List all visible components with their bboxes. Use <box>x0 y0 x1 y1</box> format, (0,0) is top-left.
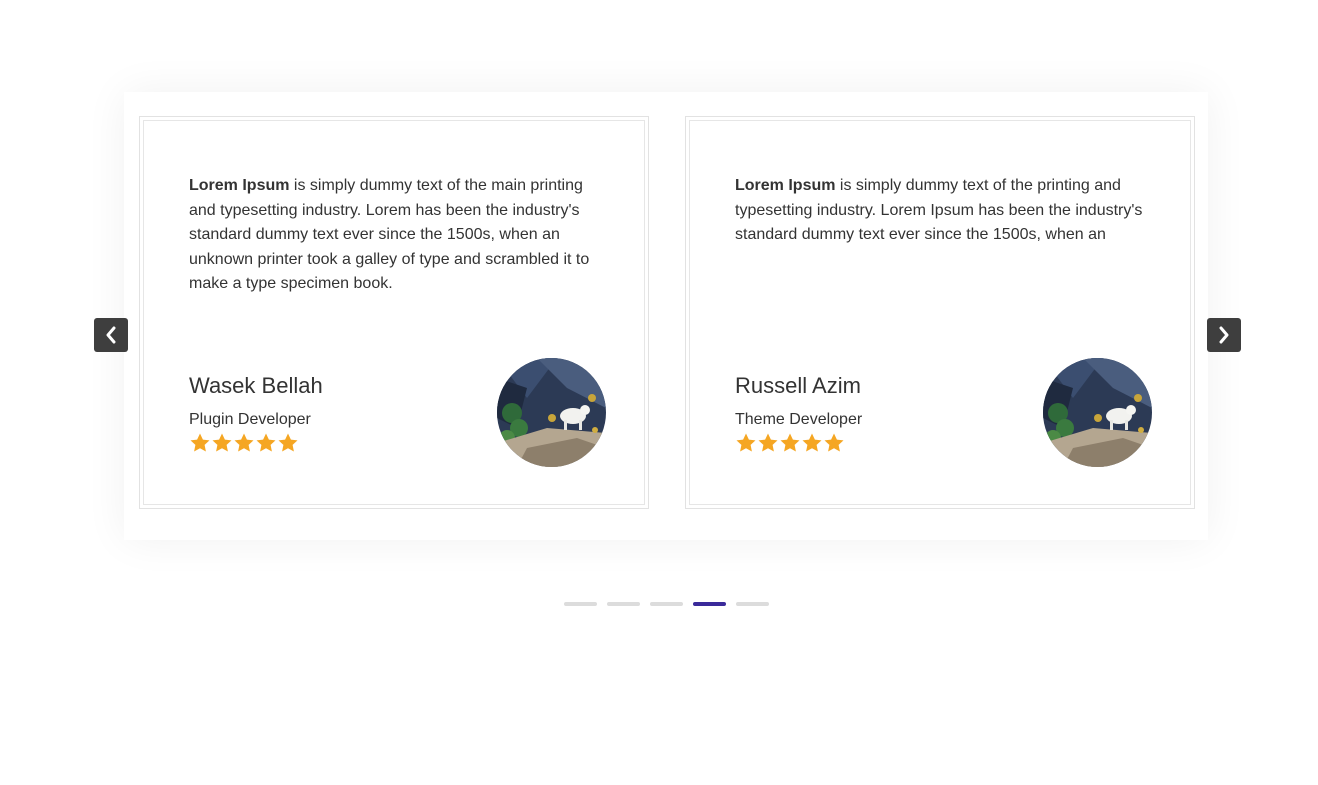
star-icon <box>234 433 254 452</box>
avatar <box>497 358 606 467</box>
quote-text: is simply dummy text of the main printin… <box>189 177 590 292</box>
author-role: Theme Developer <box>735 411 863 428</box>
star-icon <box>736 433 756 452</box>
chevron-left-icon <box>106 326 116 344</box>
author-role: Plugin Developer <box>189 411 311 428</box>
testimonial-slider: Lorem Ipsum is simply dummy text of the … <box>0 0 1318 785</box>
pagination <box>564 602 769 606</box>
testimonial-card-inner: Lorem Ipsum is simply dummy text of the … <box>689 120 1191 505</box>
testimonial-quote: Lorem Ipsum is simply dummy text of the … <box>735 174 1155 248</box>
prev-slide-button[interactable] <box>94 318 128 352</box>
star-icon <box>278 433 298 452</box>
star-rating <box>735 432 845 454</box>
chevron-right-icon <box>1219 326 1229 344</box>
pagination-dot[interactable] <box>564 602 597 606</box>
star-icon <box>824 433 844 452</box>
testimonial-card: Lorem Ipsum is simply dummy text of the … <box>139 116 649 509</box>
pagination-dot[interactable] <box>607 602 640 606</box>
star-icon <box>190 433 210 452</box>
testimonial-card-inner: Lorem Ipsum is simply dummy text of the … <box>143 120 645 505</box>
quote-bold-text: Lorem Ipsum <box>189 177 290 194</box>
star-icon <box>212 433 232 452</box>
star-rating <box>189 432 299 454</box>
pagination-dot[interactable] <box>650 602 683 606</box>
pagination-dot[interactable] <box>736 602 769 606</box>
star-icon <box>256 433 276 452</box>
star-icon <box>780 433 800 452</box>
next-slide-button[interactable] <box>1207 318 1241 352</box>
pagination-dot[interactable] <box>693 602 726 606</box>
author-name: Russell Azim <box>735 373 861 398</box>
testimonial-quote: Lorem Ipsum is simply dummy text of the … <box>189 174 609 297</box>
star-icon <box>802 433 822 452</box>
avatar <box>1043 358 1152 467</box>
star-icon <box>758 433 778 452</box>
author-name: Wasek Bellah <box>189 373 323 398</box>
testimonial-card: Lorem Ipsum is simply dummy text of the … <box>685 116 1195 509</box>
quote-bold-text: Lorem Ipsum <box>735 177 836 194</box>
